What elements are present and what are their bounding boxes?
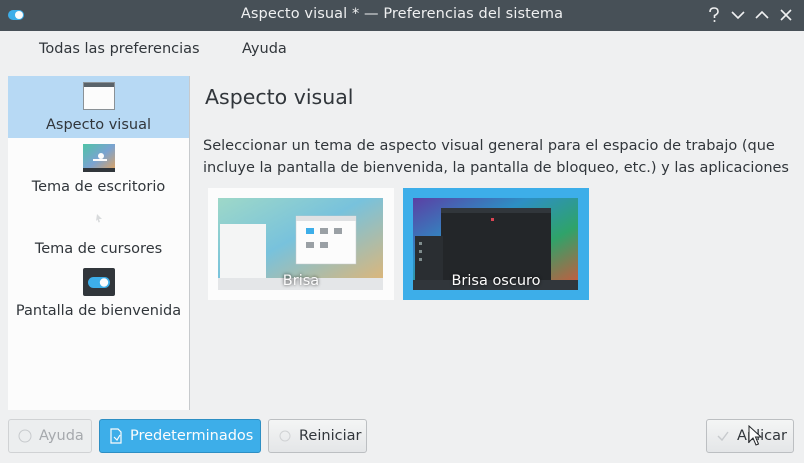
defaults-button[interactable]: Predeterminados bbox=[99, 419, 261, 453]
reset-icon bbox=[277, 428, 293, 444]
mouse-pointer-icon bbox=[748, 425, 762, 446]
help-icon bbox=[17, 428, 33, 444]
sidebar-item-label: Tema de cursores bbox=[34, 241, 163, 257]
desktop-theme-icon bbox=[83, 144, 115, 172]
page-description: Seleccionar un tema de aspecto visual ge… bbox=[203, 138, 789, 176]
sidebar-item-tema-cursores[interactable]: Tema de cursores bbox=[8, 200, 189, 262]
checkmark-icon bbox=[715, 428, 731, 444]
all-preferences-button[interactable]: Todas las preferencias bbox=[39, 41, 200, 57]
reset-button[interactable]: Reiniciar bbox=[268, 419, 367, 453]
help-window-button[interactable] bbox=[704, 5, 724, 25]
sidebar-item-tema-escritorio[interactable]: Tema de escritorio bbox=[8, 138, 189, 200]
chevron-up-icon bbox=[755, 10, 769, 19]
title-bar: Aspecto visual * — Preferencias del sist… bbox=[0, 0, 804, 31]
toggle-icon bbox=[83, 268, 115, 296]
help-menu-button[interactable]: Ayuda bbox=[242, 41, 287, 57]
help-button[interactable]: Ayuda bbox=[8, 419, 92, 453]
reset-button-label: Reiniciar bbox=[299, 428, 362, 444]
theme-label: Brisa oscuro bbox=[451, 273, 541, 289]
cursor-icon bbox=[96, 214, 102, 223]
defaults-button-label: Predeterminados bbox=[130, 428, 254, 444]
theme-card-brisa-oscuro[interactable]: Brisa oscuro bbox=[403, 188, 589, 300]
sidebar-item-label: Tema de escritorio bbox=[31, 179, 166, 195]
chevron-down-icon bbox=[731, 11, 745, 20]
apply-button-label: Aplicar bbox=[737, 428, 787, 444]
sidebar-item-label: Pantalla de bienvenida bbox=[15, 303, 182, 319]
sidebar-item-pantalla-bienvenida[interactable]: Pantalla de bienvenida bbox=[8, 262, 189, 324]
question-icon bbox=[709, 7, 719, 22]
help-button-label: Ayuda bbox=[39, 428, 84, 444]
sidebar-item-aspecto-visual[interactable]: Aspecto visual bbox=[8, 76, 189, 138]
top-toolbar: Todas las preferencias Ayuda bbox=[0, 31, 804, 69]
page-title: Aspecto visual bbox=[205, 85, 354, 109]
document-revert-icon bbox=[108, 428, 124, 444]
close-icon bbox=[780, 9, 792, 21]
theme-label: Brisa bbox=[282, 273, 320, 289]
sidebar: Aspecto visual Tema de escritorio Tema d… bbox=[8, 76, 190, 410]
minimize-button[interactable] bbox=[728, 5, 748, 25]
window-title: Aspecto visual * — Preferencias del sist… bbox=[240, 6, 564, 22]
window-icon bbox=[83, 82, 115, 110]
theme-card-brisa[interactable]: Brisa bbox=[208, 188, 394, 300]
sidebar-item-label: Aspecto visual bbox=[45, 117, 151, 133]
main-panel: Aspecto visual Seleccionar un tema de as… bbox=[190, 76, 800, 410]
maximize-button[interactable] bbox=[752, 5, 772, 25]
close-button[interactable] bbox=[776, 5, 796, 25]
